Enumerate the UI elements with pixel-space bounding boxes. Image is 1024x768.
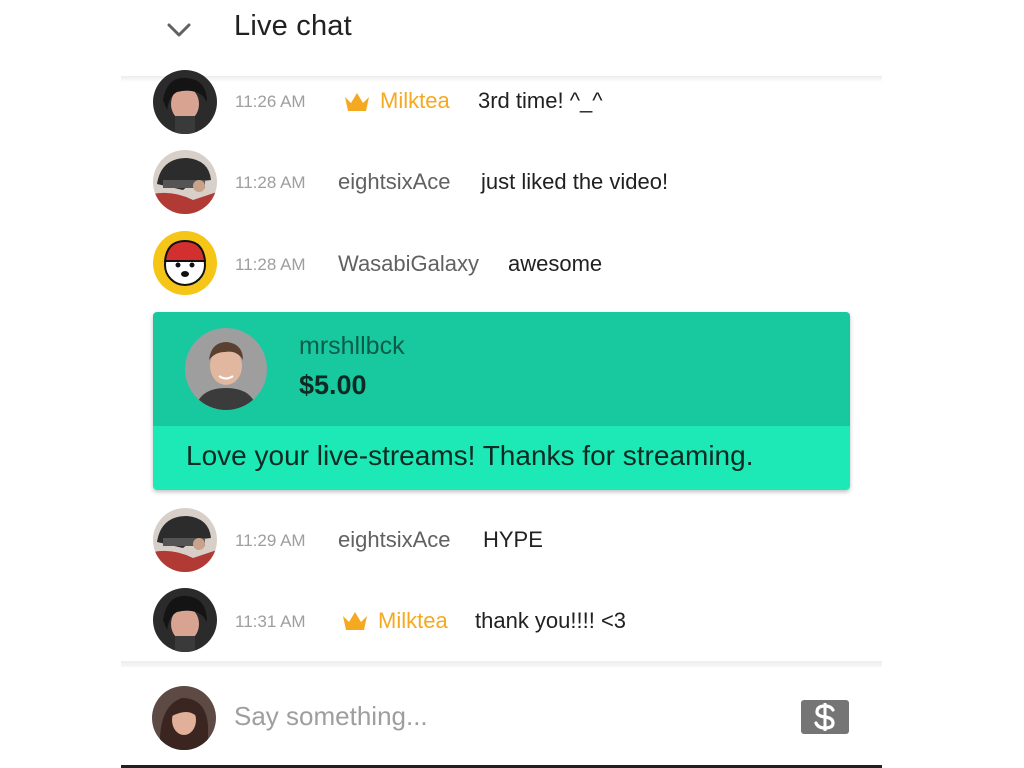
message-author[interactable]: WasabiGalaxy <box>338 250 479 278</box>
super-chat-amount: $5.00 <box>299 370 367 400</box>
super-chat-message: Love your live-streams! Thanks for strea… <box>186 440 754 471</box>
chat-message: 11:28 AM eightsixAce just liked the vide… <box>121 149 882 217</box>
chat-header: Live chat <box>121 0 882 78</box>
avatar[interactable] <box>153 588 217 652</box>
avatar[interactable] <box>153 70 217 134</box>
message-text: thank you!!!! <3 <box>475 608 627 633</box>
avatar[interactable] <box>153 150 217 214</box>
super-chat-card[interactable]: mrshllbck $5.00 Love your live-streams! … <box>153 312 850 490</box>
live-chat-panel: Live chat 11:26 AM Milktea 3rd time! ^_^ <box>121 0 882 768</box>
input-divider <box>121 661 882 667</box>
message-text: just liked the video! <box>481 169 669 194</box>
chat-message-input[interactable] <box>234 698 754 734</box>
message-author[interactable]: eightsixAce <box>338 526 451 554</box>
chat-message: 11:31 AM Milktea thank you!!!! <3 <box>121 587 882 655</box>
message-text: 3rd time! ^_^ <box>478 88 603 113</box>
message-timestamp: 11:28 AM <box>235 255 306 274</box>
message-text: awesome <box>508 251 603 276</box>
message-author[interactable]: Milktea <box>378 607 448 635</box>
crown-icon <box>345 93 369 111</box>
message-timestamp: 11:26 AM <box>235 92 306 111</box>
chat-message: 11:26 AM Milktea 3rd time! ^_^ <box>121 70 882 138</box>
message-author[interactable]: Milktea <box>380 87 450 115</box>
chat-title: Live chat <box>234 10 352 42</box>
super-chat-author[interactable]: mrshllbck <box>299 332 405 361</box>
chat-message: 11:28 AM WasabiGalaxy awesome <box>121 231 882 299</box>
avatar[interactable] <box>152 686 216 750</box>
chevron-down-icon[interactable] <box>165 19 193 41</box>
crown-icon <box>343 612 367 630</box>
message-author[interactable]: eightsixAce <box>338 168 451 196</box>
message-text: HYPE <box>483 527 543 552</box>
avatar[interactable] <box>185 328 267 410</box>
message-timestamp: 11:28 AM <box>235 173 306 192</box>
message-timestamp: 11:29 AM <box>235 531 306 550</box>
super-chat-button[interactable] <box>801 700 849 734</box>
avatar[interactable] <box>153 231 217 295</box>
dollar-icon <box>814 703 835 731</box>
chat-message: 11:29 AM eightsixAce HYPE <box>121 507 882 575</box>
avatar[interactable] <box>153 508 217 572</box>
message-timestamp: 11:31 AM <box>235 612 306 631</box>
